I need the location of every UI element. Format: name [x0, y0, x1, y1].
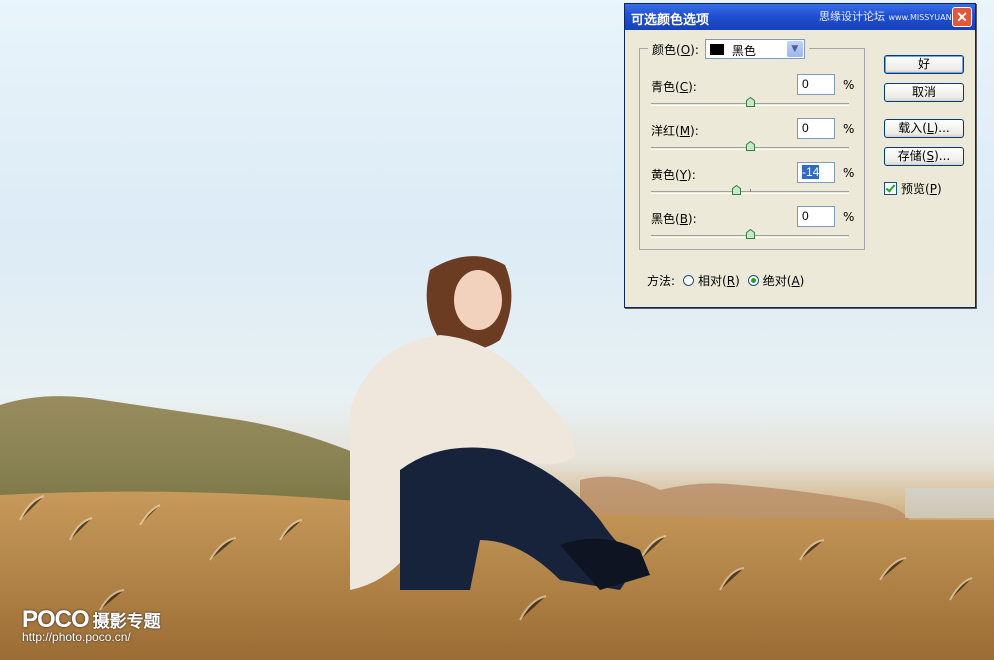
slider-value-input[interactable]: -14	[797, 162, 835, 183]
site-watermark: 思缘设计论坛 www.MISSYUAN.COM	[819, 8, 973, 24]
radio-relative[interactable]	[683, 275, 695, 286]
dialog-titlebar[interactable]: 可选颜色选项 思缘设计论坛 www.MISSYUAN.COM ✕	[625, 4, 975, 30]
radio-absolute[interactable]	[747, 275, 759, 286]
slider-label: 洋红(M):	[651, 124, 699, 138]
absolute-label: 绝对(A)	[762, 274, 805, 288]
load-button[interactable]: 载入(L)...	[884, 119, 964, 138]
slider-row: 洋红(M): 0%	[649, 118, 861, 158]
preview-label: 预览(P)	[901, 182, 942, 196]
relative-label: 相对(R)	[698, 274, 740, 288]
color-swatch	[709, 44, 724, 55]
slider-center-tick	[750, 189, 751, 192]
slider-row: 青色(C): 0%	[649, 74, 861, 114]
percent-unit: %	[843, 166, 855, 180]
slider-thumb-icon[interactable]	[731, 185, 741, 195]
ok-button[interactable]: 好	[884, 55, 964, 74]
slider-label: 黑色(B):	[651, 212, 697, 226]
cancel-button[interactable]: 取消	[884, 83, 964, 102]
poco-logo: POCO	[22, 606, 90, 633]
slider-value-input[interactable]: 0	[797, 118, 835, 139]
colors-select[interactable]: 黑色 ▼	[704, 39, 805, 59]
colors-selected-value: 黑色	[731, 44, 756, 58]
method-group: 方法: 相对(R) 绝对(A)	[647, 272, 804, 289]
method-label: 方法:	[647, 274, 676, 288]
percent-unit: %	[843, 78, 855, 92]
chevron-down-icon[interactable]: ▼	[786, 41, 803, 57]
slider-label: 青色(C):	[651, 80, 697, 94]
percent-unit: %	[843, 210, 855, 224]
slider-value-input[interactable]: 0	[797, 206, 835, 227]
close-icon[interactable]: ✕	[952, 7, 972, 27]
watermark-url: http://photo.poco.cn/	[22, 630, 131, 644]
slider-value-input[interactable]: 0	[797, 74, 835, 95]
colors-field: 颜色(O): 黑色 ▼	[648, 39, 809, 59]
save-button[interactable]: 存储(S)...	[884, 147, 964, 166]
checkbox-check-icon[interactable]	[884, 182, 897, 195]
slider-thumb-icon[interactable]	[745, 229, 755, 239]
slider-label: 黄色(Y):	[651, 168, 696, 182]
colors-label: 颜色(O):	[652, 42, 699, 57]
slider-thumb-icon[interactable]	[745, 97, 755, 107]
percent-unit: %	[843, 122, 855, 136]
selective-color-dialog: 可选颜色选项 思缘设计论坛 www.MISSYUAN.COM ✕ 颜色(O): …	[624, 3, 976, 308]
preview-checkbox[interactable]: 预览(P)	[884, 180, 942, 197]
dialog-title: 可选颜色选项	[631, 13, 710, 28]
poco-watermark: POCO 摄影专题 http://photo.poco.cn/	[22, 606, 161, 644]
slider-row: 黄色(Y): -14%	[649, 162, 861, 202]
slider-thumb-icon[interactable]	[745, 141, 755, 151]
watermark-brand: 摄影专题	[92, 612, 161, 632]
site-watermark-text: 思缘设计论坛	[819, 10, 885, 23]
slider-row: 黑色(B): 0%	[649, 206, 861, 246]
